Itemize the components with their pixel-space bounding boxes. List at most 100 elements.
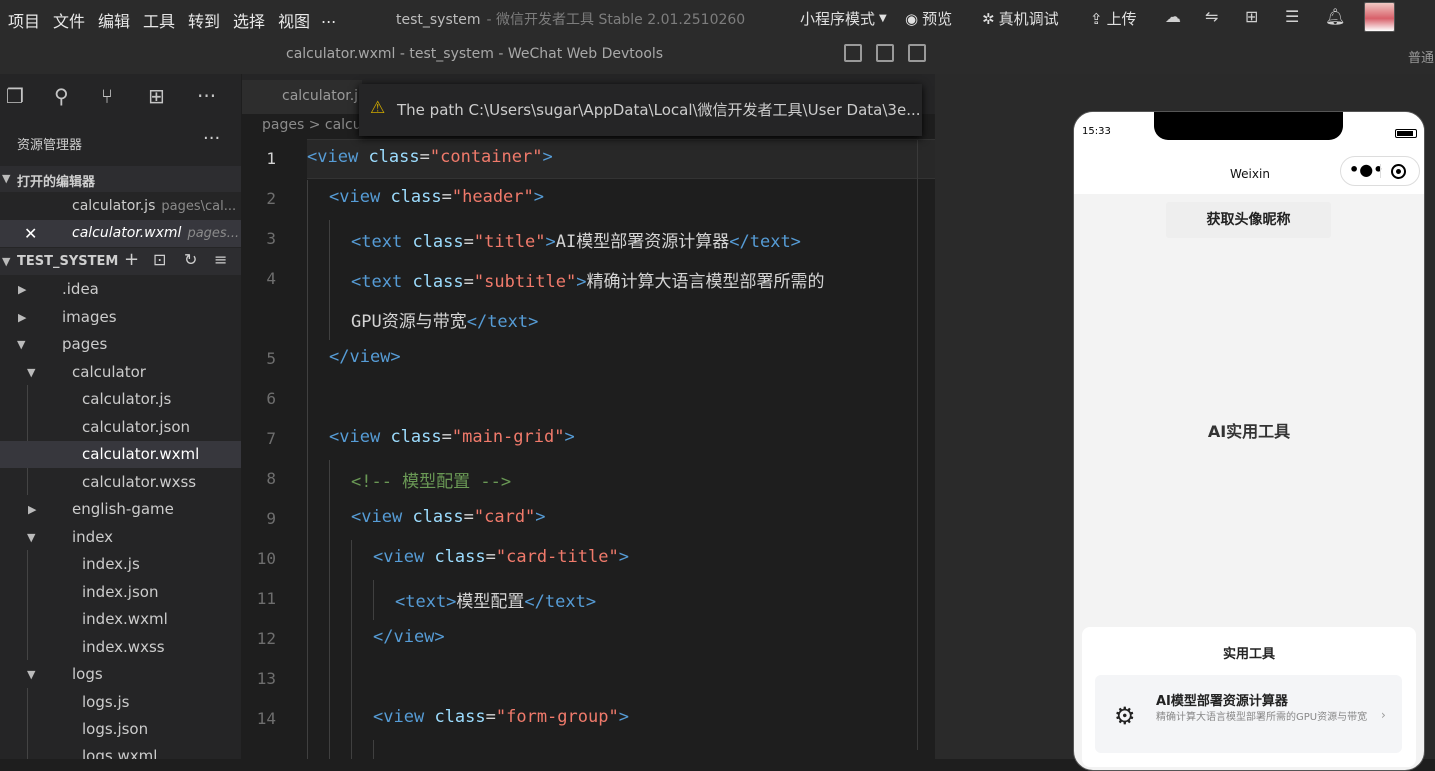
- upload-label: 上传: [1106, 10, 1137, 28]
- code-line: <text class="title">AI模型部署资源计算器</text>: [351, 232, 801, 252]
- menu-tools[interactable]: 工具: [143, 8, 175, 32]
- eye-icon: ◉: [905, 9, 919, 28]
- tree-label: pages: [62, 335, 108, 353]
- tree-label: index.json: [82, 583, 159, 601]
- menu-view[interactable]: 视图: [278, 8, 310, 32]
- more-icon[interactable]: ···: [197, 84, 216, 108]
- line-number: 12: [256, 629, 276, 648]
- line-number: 8: [266, 469, 276, 488]
- indent-guide: [373, 740, 374, 759]
- editor-scrollbar[interactable]: [917, 140, 918, 750]
- switch-icon[interactable]: ⇋: [1205, 7, 1218, 26]
- window-title: calculator.wxml - test_system - WeChat W…: [286, 46, 664, 62]
- phone-notch: [1154, 112, 1343, 140]
- tree-label: calculator.wxml: [82, 445, 200, 463]
- new-folder-icon[interactable]: ⊡: [153, 250, 166, 269]
- tree-folder-index[interactable]: ▼ index: [0, 524, 241, 551]
- tree-folder-idea[interactable]: ▶ .idea: [0, 276, 241, 303]
- tree-file[interactable]: calculator.wxss: [0, 469, 241, 496]
- simulator-mode-label[interactable]: 普通: [1408, 47, 1434, 66]
- source-control-icon[interactable]: ⑂: [101, 84, 113, 108]
- open-editor-item-active[interactable]: ✕ calculator.wxml pages...: [0, 220, 241, 247]
- tree-folder-logs[interactable]: ▼ logs: [0, 661, 241, 688]
- close-target-icon[interactable]: [1391, 164, 1406, 179]
- open-editor-item[interactable]: calculator.js pages\cal...: [0, 193, 241, 220]
- new-file-icon[interactable]: +: [124, 249, 139, 270]
- tree-label: logs.js: [82, 693, 130, 711]
- app-title-name: test_system: [396, 12, 481, 28]
- menu-more[interactable]: ...: [321, 8, 336, 27]
- bug-icon: ✲: [982, 9, 995, 28]
- menu-goto[interactable]: 转到: [188, 8, 220, 32]
- tree-label: calculator.js: [82, 390, 172, 408]
- hamburger-icon[interactable]: ☰: [1285, 7, 1299, 26]
- open-editors-header[interactable]: ▼ 打开的编辑器: [0, 166, 241, 192]
- code-line: <view class="container">: [307, 147, 553, 167]
- indent-guide: [373, 580, 374, 620]
- real-device-debug-button[interactable]: ✲ 真机调试: [982, 8, 1059, 29]
- menu-select[interactable]: 选择: [233, 8, 265, 32]
- real-debug-label: 真机调试: [998, 10, 1059, 28]
- line-number: 13: [256, 669, 276, 688]
- tool-item-description: 精确计算大语言模型部署所需的GPU资源与带宽: [1156, 712, 1368, 723]
- chevron-right-icon: ▶: [18, 311, 27, 324]
- code-line: <view class="form-group">: [373, 707, 629, 727]
- more-dots-icon[interactable]: •●•: [1349, 160, 1383, 179]
- explorer-more-icon[interactable]: ···: [203, 128, 220, 149]
- toggle-bottom-panel-icon[interactable]: [876, 44, 894, 62]
- editor-tab[interactable]: calculator.j: [242, 80, 362, 114]
- tree-file[interactable]: index.js: [0, 551, 241, 578]
- tree-file[interactable]: calculator.js: [0, 386, 241, 413]
- bell-icon[interactable]: 🔔︎: [1325, 7, 1345, 26]
- tree-label: english-game: [72, 500, 174, 518]
- path-warning-toast[interactable]: The path C:\Users\sugar\AppData\Local\微信…: [359, 84, 922, 136]
- toggle-left-panel-icon[interactable]: [844, 44, 862, 62]
- files-icon[interactable]: ❐: [6, 84, 24, 108]
- tree-file-selected[interactable]: calculator.wxml: [0, 441, 241, 468]
- line-number: 4: [266, 269, 276, 288]
- project-header[interactable]: ▼ TEST_SYSTEM + ⊡ ↻ ≡: [0, 248, 241, 275]
- extensions-icon[interactable]: ⊞: [148, 84, 165, 108]
- tree-folder-pages[interactable]: ▼ pages: [0, 331, 241, 358]
- tree-file[interactable]: logs.json: [0, 716, 241, 743]
- chevron-right-icon: ›: [1381, 708, 1386, 722]
- tree-file[interactable]: index.json: [0, 579, 241, 606]
- warning-icon: ⚠: [370, 98, 386, 118]
- get-avatar-nickname-button[interactable]: 获取头像昵称: [1166, 202, 1331, 238]
- indent-guide: [329, 460, 330, 759]
- chevron-right-icon: ▶: [28, 503, 37, 516]
- tree-label: logs: [72, 665, 103, 683]
- cloud-icon[interactable]: ☁: [1165, 7, 1181, 26]
- menu-file[interactable]: 文件: [53, 8, 85, 32]
- tree-file[interactable]: index.wxss: [0, 634, 241, 661]
- upload-button[interactable]: ⇪ 上传: [1090, 8, 1137, 29]
- tree-folder-english-game[interactable]: ▶ english-game: [0, 496, 241, 523]
- close-icon[interactable]: ✕: [24, 220, 37, 247]
- tree-folder-images[interactable]: ▶ images: [0, 304, 241, 331]
- caret-down-icon: ▼: [879, 13, 887, 24]
- toggle-right-panel-icon[interactable]: [908, 44, 926, 62]
- project-name: TEST_SYSTEM: [17, 254, 119, 269]
- user-avatar[interactable]: [1364, 2, 1395, 32]
- chevron-down-icon: ▼: [2, 255, 11, 268]
- line-number: 5: [266, 349, 276, 368]
- layout-icon[interactable]: ⊞: [1245, 7, 1258, 26]
- tree-label: images: [62, 308, 117, 326]
- upload-icon: ⇪: [1090, 9, 1103, 28]
- collapse-all-icon[interactable]: ≡: [214, 250, 227, 269]
- tree-folder-calculator[interactable]: ▼ calculator: [0, 359, 241, 386]
- menu-project[interactable]: 项目: [8, 8, 40, 32]
- tree-file[interactable]: index.wxml: [0, 606, 241, 633]
- tree-label: index.wxss: [82, 638, 165, 656]
- mode-dropdown[interactable]: 小程序模式 ▼: [800, 8, 887, 29]
- menu-edit[interactable]: 编辑: [98, 8, 130, 32]
- tree-file[interactable]: calculator.json: [0, 414, 241, 441]
- tree-file[interactable]: logs.js: [0, 689, 241, 716]
- search-icon[interactable]: ⚲: [54, 84, 69, 108]
- refresh-icon[interactable]: ↻: [184, 250, 197, 269]
- preview-button[interactable]: ◉ 预览: [905, 8, 952, 29]
- breadcrumb[interactable]: pages > calcu: [262, 117, 362, 133]
- tree-file[interactable]: logs.wxml: [0, 743, 241, 759]
- tool-item-name: AI模型部署资源计算器: [1156, 694, 1288, 709]
- gear-icon: ⚙: [1114, 702, 1136, 730]
